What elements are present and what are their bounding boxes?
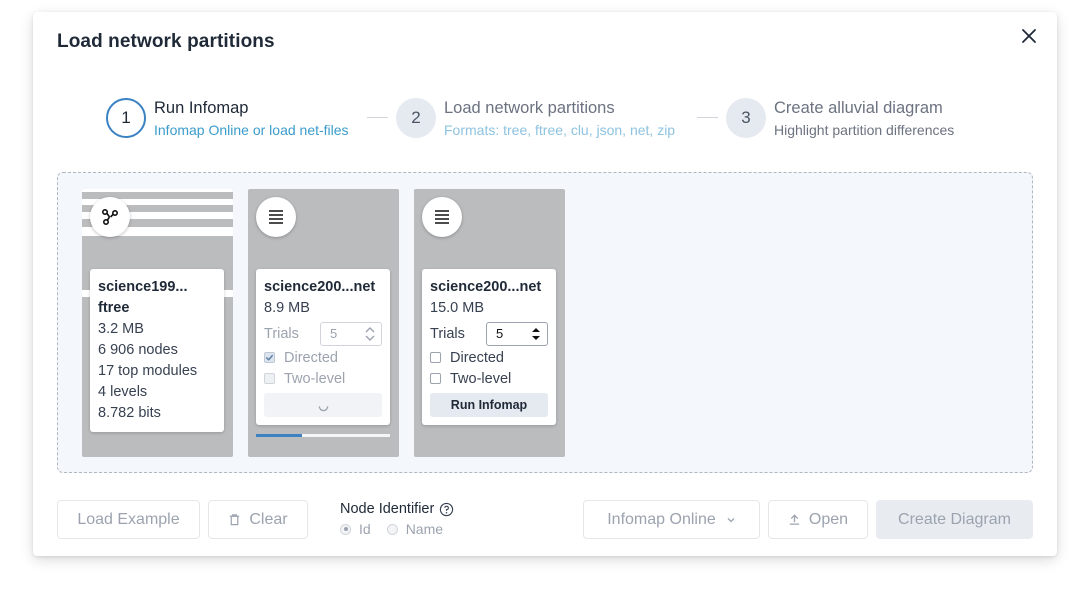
file-info: science200...net 8.9 MB Trials 5 Directe… xyxy=(256,269,390,425)
file-card-net-idle[interactable]: science200...net 15.0 MB Trials 5 Direct… xyxy=(414,189,565,457)
open-button[interactable]: Open xyxy=(768,500,868,539)
directed-checkbox[interactable] xyxy=(430,352,441,363)
load-example-label: Load Example xyxy=(77,510,180,528)
radio-id-label: Id xyxy=(359,521,371,537)
step-subtitle: Formats: tree, ftree, clu, json, net, zi… xyxy=(444,122,676,138)
trials-stepper[interactable]: 5 xyxy=(486,322,548,346)
step-divider xyxy=(697,117,718,118)
directed-option[interactable]: Directed xyxy=(430,347,548,368)
trials-row: Trials 5 xyxy=(430,321,548,347)
step-number: 1 xyxy=(106,98,146,138)
trials-value: 5 xyxy=(496,326,504,341)
twolevel-label: Two-level xyxy=(284,370,346,387)
radio-name[interactable] xyxy=(386,523,398,535)
upload-icon xyxy=(789,514,800,525)
run-infomap-button-loading xyxy=(264,393,382,417)
trials-row: Trials 5 xyxy=(264,321,382,347)
load-partitions-modal: Load network partitions 1 Run Infomap In… xyxy=(33,12,1057,556)
network-icon xyxy=(90,197,130,237)
step-title: Run Infomap xyxy=(154,99,249,117)
node-identifier-label: Node Identifier xyxy=(340,501,454,517)
step-title: Create alluvial diagram xyxy=(774,99,943,117)
infomap-online-dropdown[interactable]: Infomap Online xyxy=(583,500,760,539)
directed-option: Directed xyxy=(264,347,382,368)
infomap-online-label: Infomap Online xyxy=(607,510,716,528)
file-size: 15.0 MB xyxy=(430,300,484,316)
trash-icon xyxy=(230,514,240,526)
codelength: 8.782 bits xyxy=(98,405,161,421)
node-identifier-text: Node Identifier xyxy=(340,501,435,517)
file-info: science200...net 15.0 MB Trials 5 Direct… xyxy=(422,269,556,425)
step-number: 2 xyxy=(396,98,436,138)
node-count: 6 906 nodes xyxy=(98,342,178,358)
file-extension: ftree xyxy=(98,300,130,316)
chevron-down-icon xyxy=(727,517,735,522)
file-name: science200...net xyxy=(430,279,542,295)
node-identifier: Node Identifier Id Name xyxy=(340,501,454,537)
step-title: Load network partitions xyxy=(444,99,615,117)
directed-label: Directed xyxy=(450,349,504,366)
help-icon[interactable] xyxy=(439,502,454,517)
file-size: 3.2 MB xyxy=(98,321,144,337)
create-diagram-label: Create Diagram xyxy=(898,510,1011,528)
text-lines-icon xyxy=(422,197,462,237)
file-name: science200...net xyxy=(264,279,376,295)
modal-title: Load network partitions xyxy=(57,31,275,52)
level-count: 4 levels xyxy=(98,384,148,400)
file-dropzone[interactable]: science199... ftree 3.2 MB 6 906 nodes 1… xyxy=(57,172,1033,473)
directed-label: Directed xyxy=(284,349,338,366)
file-card-ftree[interactable]: science199... ftree 3.2 MB 6 906 nodes 1… xyxy=(82,189,233,457)
file-card-net-running[interactable]: science200...net 8.9 MB Trials 5 Directe… xyxy=(248,189,399,457)
open-label: Open xyxy=(808,510,849,528)
run-infomap-button[interactable]: Run Infomap xyxy=(430,393,548,417)
trials-label: Trials xyxy=(264,326,299,342)
step-subtitle: Highlight partition differences xyxy=(774,122,955,138)
close-icon[interactable] xyxy=(1019,26,1039,46)
stepper-arrows-icon xyxy=(365,327,375,341)
file-info: science199... ftree 3.2 MB 6 906 nodes 1… xyxy=(90,269,224,432)
clear-label: Clear xyxy=(249,510,288,528)
file-size: 8.9 MB xyxy=(264,300,310,316)
radio-id[interactable] xyxy=(340,523,351,535)
progress-bar xyxy=(256,434,390,437)
step-divider xyxy=(367,117,388,118)
module-count: 17 top modules xyxy=(98,363,198,379)
twolevel-checkbox xyxy=(264,373,275,384)
directed-checkbox xyxy=(264,352,275,363)
spinner-icon xyxy=(318,405,328,411)
node-identifier-options: Id Name xyxy=(340,521,454,537)
step-subtitle: Infomap Online or load net-files xyxy=(154,122,349,138)
trials-value: 5 xyxy=(330,326,338,341)
progress-fill xyxy=(256,434,302,437)
trials-label: Trials xyxy=(430,326,465,342)
text-lines-icon xyxy=(256,197,296,237)
twolevel-option[interactable]: Two-level xyxy=(430,368,548,389)
twolevel-label: Two-level xyxy=(450,370,512,387)
trials-stepper: 5 xyxy=(320,322,382,346)
step-number: 3 xyxy=(726,98,766,138)
file-name: science199... xyxy=(98,279,188,295)
clear-button[interactable]: Clear xyxy=(208,500,308,539)
module-stripe xyxy=(82,189,233,192)
radio-name-label: Name xyxy=(405,521,444,537)
load-example-button[interactable]: Load Example xyxy=(57,500,200,539)
create-diagram-button[interactable]: Create Diagram xyxy=(876,500,1033,539)
stepper-arrows-icon[interactable] xyxy=(531,326,541,342)
twolevel-checkbox[interactable] xyxy=(430,373,441,384)
twolevel-option: Two-level xyxy=(264,368,382,389)
